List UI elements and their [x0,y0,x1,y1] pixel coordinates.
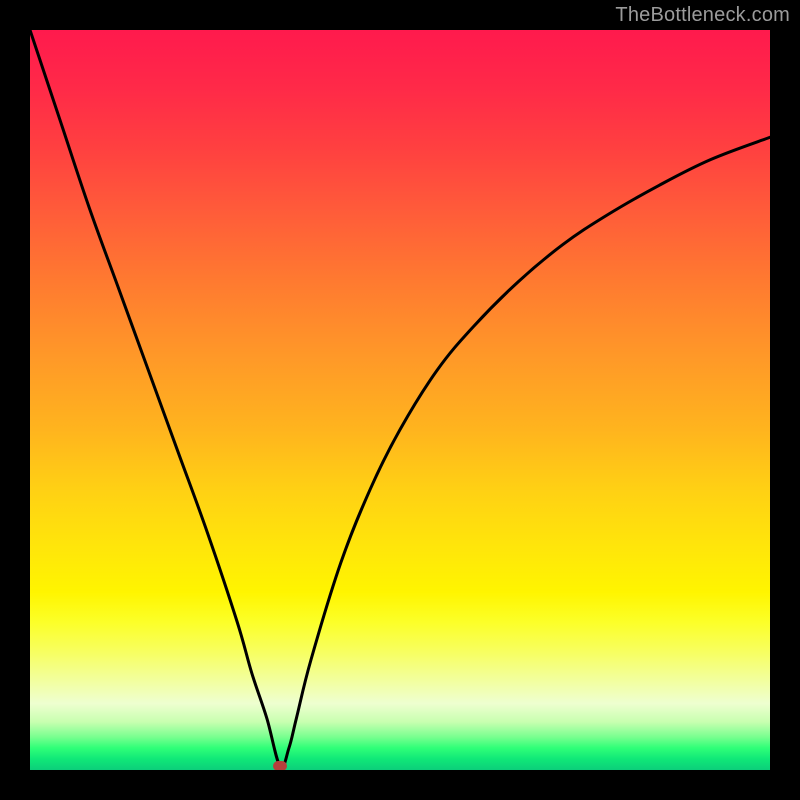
chart-frame: TheBottleneck.com [0,0,800,800]
watermark-text: TheBottleneck.com [615,4,790,27]
bottleneck-curve [30,30,770,770]
min-marker [273,761,287,770]
plot-area [30,30,770,770]
